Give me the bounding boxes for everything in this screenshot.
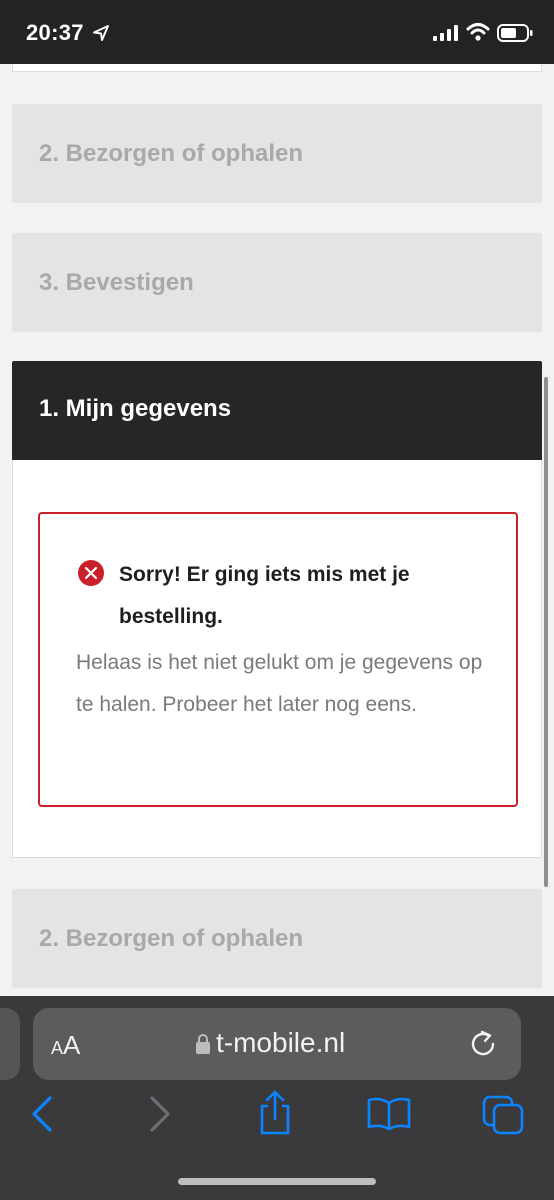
step-confirm-collapsed[interactable]: 3. Bevestigen (12, 233, 542, 332)
wifi-icon (466, 23, 490, 41)
location-arrow-icon (93, 25, 109, 41)
step-delivery-collapsed-2[interactable]: 2. Bezorgen of ophalen (12, 889, 542, 988)
previous-card-edge (12, 64, 542, 72)
error-title: Sorry! Er ging iets mis met je bestellin… (119, 563, 410, 628)
step-my-details-label: 1. Mijn gegevens (39, 395, 232, 422)
url-text: t-mobile.nl (216, 1027, 346, 1058)
reload-icon[interactable] (469, 1028, 499, 1060)
home-indicator[interactable] (178, 1178, 376, 1185)
address-bar[interactable]: AA t-mobile.nl (33, 1008, 521, 1080)
back-icon[interactable] (28, 1094, 56, 1134)
step-my-details-header[interactable]: 1. Mijn gegevens (12, 361, 542, 460)
step-my-details-body: Sorry! Er ging iets mis met je bestellin… (12, 460, 542, 858)
scrollbar[interactable] (544, 377, 548, 887)
status-time: 20:37 (26, 20, 84, 45)
step-delivery-collapsed[interactable]: 2. Bezorgen of ophalen (12, 104, 542, 203)
error-message: Helaas is het niet gelukt om je gegevens… (76, 651, 483, 716)
cellular-signal-icon (433, 25, 458, 41)
browser-toolbar: AA t-mobile.nl (0, 996, 554, 1200)
step-delivery-label: 2. Bezorgen of ophalen (39, 140, 304, 167)
previous-tab-preview[interactable] (0, 1008, 20, 1080)
tabs-icon[interactable] (482, 1095, 526, 1135)
checkout-steps: 2. Bezorgen of ophalen 3. Bevestigen 1. … (0, 64, 554, 996)
bookmarks-icon[interactable] (366, 1097, 412, 1131)
error-icon (78, 560, 104, 586)
share-icon[interactable] (256, 1090, 294, 1136)
forward-icon[interactable] (146, 1094, 174, 1134)
error-alert: Sorry! Er ging iets mis met je bestellin… (38, 512, 518, 807)
status-bar: 20:37 (0, 0, 554, 64)
lock-icon (196, 1034, 210, 1054)
step-delivery-label-2: 2. Bezorgen of ophalen (39, 925, 304, 952)
battery-icon (497, 24, 533, 42)
step-confirm-label: 3. Bevestigen (39, 269, 194, 296)
text-size-button[interactable]: AA (51, 1030, 80, 1061)
